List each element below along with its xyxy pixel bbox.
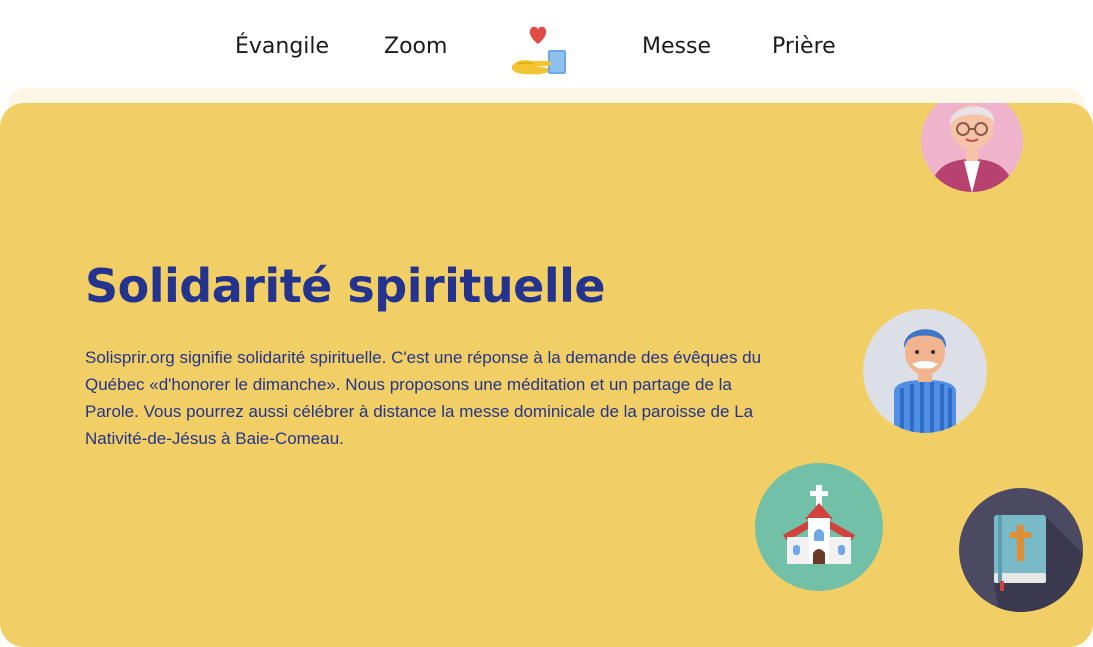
site-logo[interactable] — [506, 22, 570, 78]
hero-description: Solisprir.org signifie solidarité spirit… — [85, 348, 762, 448]
bible-icon — [959, 488, 1083, 612]
woman-avatar-icon — [921, 103, 1023, 192]
nav-link-priere[interactable]: Prière — [772, 34, 836, 59]
church-illustration — [755, 463, 883, 591]
man-avatar-illustration — [862, 308, 988, 434]
bible-illustration — [958, 487, 1084, 613]
nav-link-zoom[interactable]: Zoom — [384, 34, 447, 59]
hero-title: Solidarité spirituelle — [85, 259, 606, 313]
woman-avatar-illustration — [920, 103, 1024, 193]
top-navigation: Évangile Zoom Messe Prière — [0, 0, 1093, 92]
man-avatar-icon — [863, 309, 987, 433]
nav-link-messe[interactable]: Messe — [642, 34, 711, 59]
hero-section: Solidarité spirituelle Solisprir.org sig… — [0, 103, 1093, 647]
nav-link-evangile[interactable]: Évangile — [235, 34, 329, 59]
heart-in-hand-icon — [511, 26, 566, 75]
church-icon — [755, 463, 883, 591]
